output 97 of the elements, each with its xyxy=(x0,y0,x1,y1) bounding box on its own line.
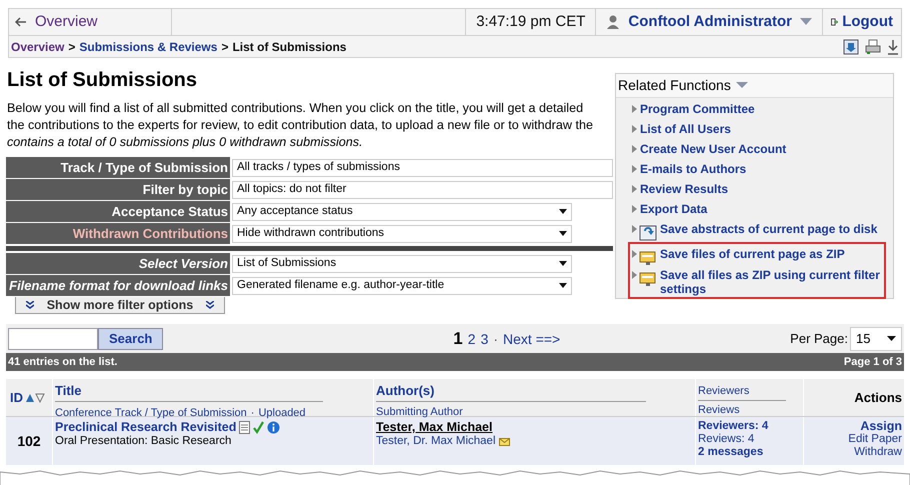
triangle-icon xyxy=(632,185,637,193)
user-icon xyxy=(606,15,620,29)
related-function-link[interactable]: Program Committee xyxy=(632,101,893,121)
logout-button[interactable]: Logout xyxy=(822,9,901,35)
related-function-link[interactable]: Review Results xyxy=(632,181,893,201)
clock-time: 3:47:19 pm CET xyxy=(465,9,596,35)
breadcrumb-separator: > xyxy=(221,38,228,56)
folder-computer-icon xyxy=(639,271,657,287)
dropdown-arrow-icon xyxy=(559,231,567,236)
column-header[interactable]: Author(s) xyxy=(376,381,646,402)
author-link[interactable]: Tester, Max Michael xyxy=(376,421,492,434)
page-heading: List of Submissions xyxy=(7,68,198,92)
filter-dropdown[interactable]: Hide withdrawn contributions xyxy=(232,224,572,242)
breadcrumb-separator: > xyxy=(68,38,76,56)
info-icon[interactable] xyxy=(267,421,280,434)
filter-dropdown[interactable]: List of Submissions xyxy=(232,254,572,272)
intro-text: the contributions to the experts for review, to edit contribution data, to upload a new file or to withdraw the xyxy=(7,117,593,134)
per-page-label: Per Page: xyxy=(790,330,848,348)
column-header[interactable]: Reviewers xyxy=(698,383,786,400)
filter-label: Track / Type of Submission xyxy=(6,157,230,178)
filter-label: Select Version xyxy=(6,253,230,274)
caret-icon xyxy=(800,18,812,26)
triangle-icon xyxy=(632,105,637,113)
overview-link[interactable]: Overview xyxy=(9,9,172,35)
messages-link[interactable]: 2 messages xyxy=(698,446,803,459)
filter-dropdown[interactable]: Generated filename e.g. author-year-title xyxy=(232,276,572,294)
related-function-link[interactable]: E-mails to Authors xyxy=(632,161,893,181)
breadcrumb-item[interactable]: Submissions & Reviews xyxy=(79,38,218,56)
triangle-icon xyxy=(632,165,637,173)
caret-icon xyxy=(736,82,748,89)
intro-text: contains a total of 0 submissions plus 0 withdrawn submissions. xyxy=(7,134,363,151)
reviews-link[interactable]: Reviews: 4 xyxy=(698,433,803,446)
column-header[interactable]: ID xyxy=(10,388,23,408)
entries-count: 41 entries on the list. xyxy=(8,354,118,370)
filter-field[interactable]: All topics: do not filter xyxy=(232,180,613,198)
filter-label: Filter by topic xyxy=(6,179,230,200)
page-link[interactable]: 3 xyxy=(480,328,488,350)
folder-computer-icon xyxy=(639,250,657,266)
next-page-link[interactable]: Next ==> xyxy=(503,328,560,350)
column-subheader[interactable]: Submitting Author xyxy=(376,404,695,420)
double-chevron-icon xyxy=(26,301,34,309)
dropdown-arrow-icon xyxy=(559,261,567,266)
action-link[interactable]: Withdraw xyxy=(854,446,902,459)
submission-id: 102 xyxy=(17,434,41,448)
submitter-link[interactable]: Tester, Dr. Max Michael xyxy=(376,435,496,448)
envelope-icon[interactable] xyxy=(498,438,510,446)
related-function-link[interactable]: List of All Users xyxy=(632,121,893,141)
search-field[interactable] xyxy=(8,328,98,350)
related-function-link[interactable]: Export Data xyxy=(632,201,893,221)
column-header[interactable]: Reviews xyxy=(698,402,803,418)
dropdown-arrow-icon xyxy=(887,336,896,341)
document-icon[interactable] xyxy=(239,421,250,434)
reviewers-link[interactable]: Reviewers: 4 xyxy=(698,420,803,433)
column-subheader[interactable]: Uploaded xyxy=(258,404,306,421)
filter-field[interactable]: All tracks / types of submissions xyxy=(232,158,613,176)
separator-dot: · xyxy=(493,330,498,349)
print-icon[interactable] xyxy=(865,38,881,54)
submission-track: Oral Presentation: Basic Research xyxy=(55,435,232,448)
user-menu[interactable]: Conftool Administrator xyxy=(595,9,822,35)
column-header[interactable]: Title xyxy=(55,381,323,402)
related-function-link[interactable]: Save all files as ZIP using current filter settings xyxy=(632,267,884,297)
column-subheader[interactable]: Conference Track / Type of Submission xyxy=(55,404,247,421)
intro-text: Below you will find a list of all submitted contributions. When you click on the title, you will get a detailed xyxy=(7,100,584,117)
filter-label: Filename format for download links xyxy=(6,275,230,296)
disk-save-icon xyxy=(639,225,657,241)
separator-dot: · xyxy=(250,406,254,420)
triangle-icon xyxy=(632,271,637,279)
breadcrumb-item: List of Submissions xyxy=(232,38,346,56)
page-link[interactable]: 2 xyxy=(468,328,476,350)
related-function-link[interactable]: Save files of current page as ZIP xyxy=(632,246,884,267)
action-link[interactable]: Assign xyxy=(860,420,902,433)
triangle-icon xyxy=(632,250,637,258)
filter-dropdown[interactable]: Any acceptance status xyxy=(232,202,572,220)
related-function-link[interactable]: Create New User Account xyxy=(632,141,893,161)
breadcrumb-item[interactable]: Overview xyxy=(11,38,64,56)
triangle-icon xyxy=(632,145,637,153)
page-link[interactable]: 1 xyxy=(453,326,463,352)
download-icon[interactable] xyxy=(887,38,899,54)
dropdown-arrow-icon xyxy=(559,283,567,288)
filter-label: Withdrawn Contributions xyxy=(6,223,230,244)
sort-arrows-icon[interactable] xyxy=(25,392,45,402)
show-more-filters-button[interactable]: Show more filter options xyxy=(15,297,225,314)
submission-title-link[interactable]: Preclinical Research Revisited xyxy=(55,421,236,434)
dropdown-arrow-icon xyxy=(559,209,567,214)
triangle-icon xyxy=(632,225,637,233)
filter-label: Acceptance Status xyxy=(6,201,230,222)
double-chevron-icon xyxy=(206,301,214,309)
search-button[interactable]: Search xyxy=(98,328,164,350)
triangle-icon xyxy=(632,125,637,133)
page-indicator: Page 1 of 3 xyxy=(844,354,902,370)
related-function-link[interactable]: Save abstracts of current page to disk xyxy=(632,221,893,242)
column-header: Actions xyxy=(854,388,902,407)
save-icon[interactable] xyxy=(843,38,859,54)
per-page-dropdown[interactable]: 15 xyxy=(850,326,902,350)
action-link[interactable]: Edit Paper xyxy=(848,433,902,446)
triangle-icon xyxy=(632,205,637,213)
back-arrow-icon xyxy=(15,17,27,27)
